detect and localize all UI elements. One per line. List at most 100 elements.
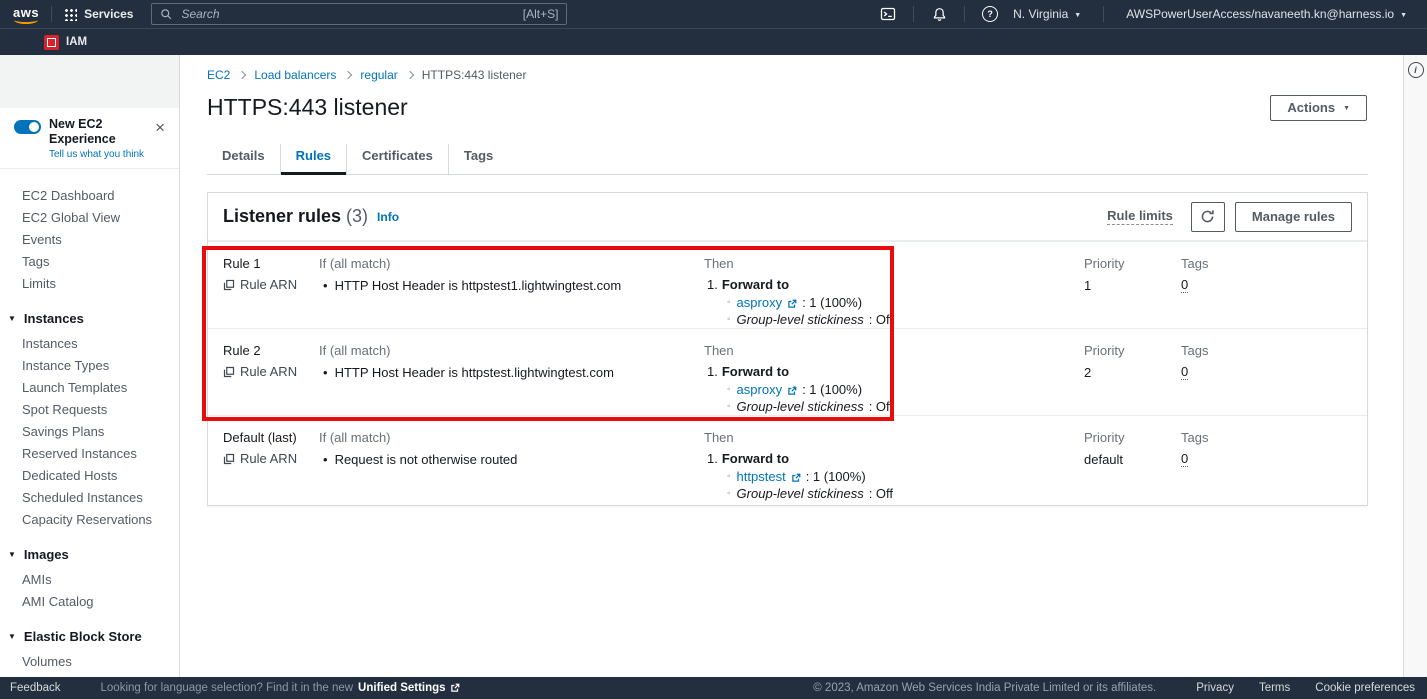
main-content: EC2 Load balancers regular HTTPS:443 lis…: [180, 54, 1404, 677]
cookie-preferences-link[interactable]: Cookie preferences: [1315, 682, 1415, 694]
circle-bullet: ◦: [727, 382, 731, 399]
page-title: HTTPS:443 listener: [207, 94, 408, 121]
chevron-right-icon: [406, 70, 414, 78]
help-button[interactable]: ?: [977, 3, 1003, 25]
panel-title: Listener rules: [223, 206, 341, 227]
external-link-icon: [450, 683, 460, 693]
close-icon[interactable]: ×: [151, 117, 169, 138]
priority-value: default: [1084, 451, 1181, 468]
target-weight: : 1 (100%): [802, 295, 862, 312]
tab-certificates[interactable]: Certificates: [346, 144, 448, 174]
sidebar-item-instances[interactable]: Instances: [0, 333, 179, 355]
external-link-icon: [791, 473, 801, 483]
then-header: Then: [704, 342, 1084, 359]
tags-count-link[interactable]: 0: [1181, 364, 1188, 380]
sidebar-item-launch-templates[interactable]: Launch Templates: [0, 377, 179, 399]
tags-count-link[interactable]: 0: [1181, 277, 1188, 293]
sidebar-item-tags[interactable]: Tags: [0, 251, 179, 273]
tab-details[interactable]: Details: [207, 144, 280, 174]
sidebar-item-reserved-instances[interactable]: Reserved Instances: [0, 443, 179, 465]
tags-column: Tags 0: [1181, 255, 1367, 328]
search-box[interactable]: [Alt+S]: [151, 3, 567, 25]
breadcrumb-link-ec2[interactable]: EC2: [207, 68, 230, 82]
priority-header: Priority: [1084, 429, 1181, 446]
sidebar-item-spot-requests[interactable]: Spot Requests: [0, 399, 179, 421]
privacy-link[interactable]: Privacy: [1196, 682, 1234, 694]
aws-logo[interactable]: aws: [13, 5, 39, 24]
sidebar-item-volumes[interactable]: Volumes: [0, 651, 179, 673]
help-icon: ?: [982, 6, 998, 22]
target-line: ◦ asproxy : 1 (100%): [727, 295, 1084, 312]
sidebar-section-images[interactable]: ▼ Images: [0, 544, 179, 566]
refresh-button[interactable]: [1191, 202, 1225, 232]
sidebar: New EC2 Experience Tell us what you thin…: [0, 54, 180, 677]
sidebar-item-ec2-dashboard[interactable]: EC2 Dashboard: [0, 185, 179, 207]
sidebar-section-elastic-block-store[interactable]: ▼ Elastic Block Store: [0, 626, 179, 648]
divider: [964, 6, 965, 22]
info-link[interactable]: Info: [377, 210, 399, 224]
tags-count-link[interactable]: 0: [1181, 451, 1188, 467]
sidebar-item-limits[interactable]: Limits: [0, 273, 179, 295]
sidebar-item-amis[interactable]: AMIs: [0, 569, 179, 591]
rule-arn-link[interactable]: Rule ARN: [223, 363, 319, 380]
sidebar-item-events[interactable]: Events: [0, 229, 179, 251]
then-header: Then: [704, 429, 1084, 446]
actions-button[interactable]: Actions ▼: [1270, 95, 1367, 121]
search-shortcut: [Alt+S]: [523, 7, 559, 21]
services-menu[interactable]: Services: [64, 7, 133, 21]
feedback-link[interactable]: Feedback: [10, 682, 61, 694]
external-link-icon: [787, 299, 797, 309]
priority-column: Priority 1: [1084, 255, 1181, 328]
sidebar-section-instances[interactable]: ▼ Instances: [0, 308, 179, 330]
bell-icon: [932, 7, 947, 22]
sidebar-item-instance-types[interactable]: Instance Types: [0, 355, 179, 377]
feedback-link[interactable]: Tell us what you think: [49, 149, 151, 160]
sidebar-item-ec2-global-view[interactable]: EC2 Global View: [0, 207, 179, 229]
copyright: © 2023, Amazon Web Services India Privat…: [813, 682, 1156, 694]
rule-count: (3): [346, 206, 368, 227]
target-group-link[interactable]: asproxy: [737, 382, 783, 399]
rule-arn-link[interactable]: Rule ARN: [223, 276, 319, 293]
rule-name-column: Rule 2 Rule ARN: [208, 342, 319, 415]
sidebar-item-scheduled-instances[interactable]: Scheduled Instances: [0, 487, 179, 509]
iam-icon: [44, 35, 59, 50]
chevron-right-icon: [344, 70, 352, 78]
sidebar-nav: EC2 Dashboard EC2 Global View Events Tag…: [0, 169, 179, 677]
if-column: If (all match) •Request is not otherwise…: [319, 429, 704, 505]
stickiness-line: ◦ Group-level stickiness : Off: [727, 312, 1084, 329]
circle-bullet: ◦: [727, 295, 731, 312]
stickiness-value: : Off: [869, 486, 893, 503]
language-prompt: Looking for language selection? Find it …: [101, 682, 354, 694]
notifications-button[interactable]: [926, 3, 952, 25]
sidebar-header-space: [0, 54, 179, 108]
priority-value: 2: [1084, 364, 1181, 381]
sidebar-item-dedicated-hosts[interactable]: Dedicated Hosts: [0, 465, 179, 487]
breadcrumb-link-load-balancers[interactable]: Load balancers: [254, 68, 336, 82]
unified-settings-link[interactable]: Unified Settings: [358, 682, 460, 694]
favorite-iam[interactable]: IAM: [44, 35, 87, 50]
manage-rules-button[interactable]: Manage rules: [1235, 202, 1352, 232]
cloudshell-button[interactable]: [875, 3, 901, 25]
search-input[interactable]: [179, 6, 515, 22]
priority-column: Priority default: [1084, 429, 1181, 505]
target-group-link[interactable]: asproxy: [737, 295, 783, 312]
sidebar-item-savings-plans[interactable]: Savings Plans: [0, 421, 179, 443]
info-panel-toggle-icon[interactable]: i: [1408, 62, 1424, 78]
rule-arn-link[interactable]: Rule ARN: [223, 450, 319, 467]
target-group-link[interactable]: httpstest: [737, 469, 786, 486]
tab-rules[interactable]: Rules: [280, 144, 346, 174]
account-menu[interactable]: AWSPowerUserAccess/navaneeth.kn@harness.…: [1116, 7, 1417, 21]
priority-header: Priority: [1084, 255, 1181, 272]
rule-limits-link[interactable]: Rule limits: [1107, 208, 1173, 225]
tab-tags[interactable]: Tags: [448, 144, 508, 174]
if-header: If (all match): [319, 429, 704, 446]
region-selector[interactable]: N. Virginia ▼: [1003, 7, 1091, 21]
terms-link[interactable]: Terms: [1259, 682, 1290, 694]
priority-column: Priority 2: [1084, 342, 1181, 415]
new-experience-toggle[interactable]: [14, 120, 41, 134]
condition-item: •HTTP Host Header is httpstest1.lightwin…: [319, 277, 704, 294]
breadcrumb-link-regular[interactable]: regular: [360, 68, 397, 82]
chevron-down-icon: ▼: [1343, 105, 1350, 112]
sidebar-item-ami-catalog[interactable]: AMI Catalog: [0, 591, 179, 613]
sidebar-item-capacity-reservations[interactable]: Capacity Reservations: [0, 509, 179, 531]
